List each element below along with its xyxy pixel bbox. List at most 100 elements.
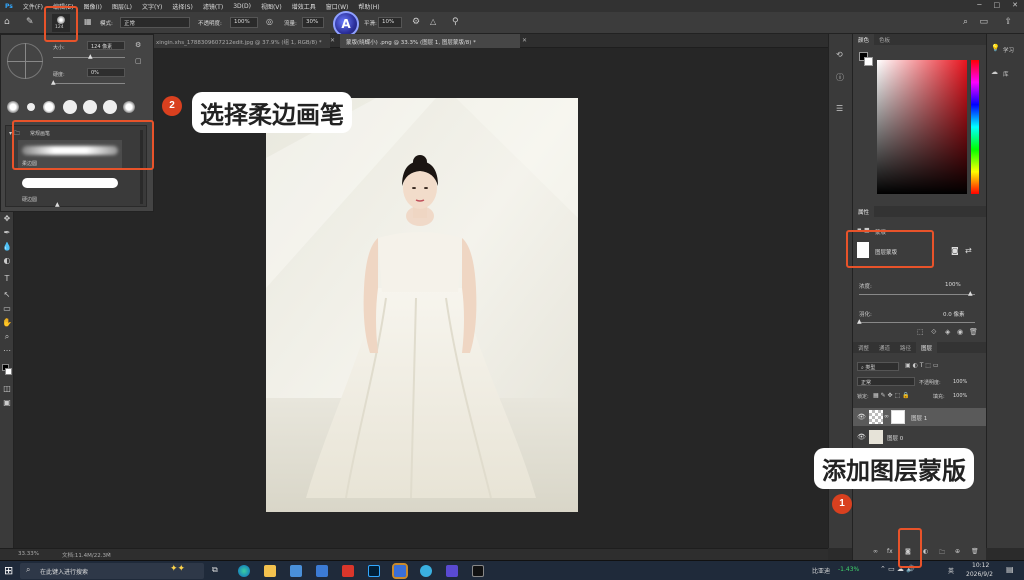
menu-filter[interactable]: 滤镜(T)	[198, 2, 228, 11]
symmetry-icon[interactable]: ⚲	[452, 17, 459, 27]
chain-link-icon[interactable]: ∞	[884, 413, 889, 420]
apply-mask-icon[interactable]: ◈	[945, 328, 950, 336]
move-tool-icon[interactable]: ✥	[2, 214, 12, 224]
gear-icon[interactable]: ⚙	[412, 17, 420, 27]
tab-adjustments[interactable]: 调整	[853, 342, 874, 353]
brush-tip-6[interactable]	[103, 100, 117, 114]
menu-3d[interactable]: 3D(D)	[228, 3, 256, 10]
tab-paths[interactable]: 路径	[895, 342, 916, 353]
hue-slider[interactable]	[971, 60, 979, 194]
tab-channels[interactable]: 通道	[874, 342, 895, 353]
layer-row-2[interactable]: 👁 图层 0	[853, 428, 987, 446]
menu-layer[interactable]: 图层(L)	[107, 2, 137, 11]
menu-type[interactable]: 文字(Y)	[137, 2, 167, 11]
store-icon[interactable]	[290, 565, 302, 577]
layer-row-1[interactable]: 👁 ∞ 图层 1	[853, 408, 987, 426]
dodge-tool-icon[interactable]: ◐	[2, 256, 12, 266]
brush-size-slider-thumb[interactable]: ▲	[88, 53, 93, 60]
learn-label[interactable]: 学习	[1003, 46, 1014, 54]
brush-tip-2[interactable]	[27, 103, 35, 111]
density-value[interactable]: 100%	[945, 282, 961, 288]
shape-tool-icon[interactable]: ▭	[2, 304, 12, 314]
tab-swatches[interactable]: 色板	[874, 34, 895, 45]
density-slider[interactable]	[859, 294, 975, 295]
info-icon[interactable]: ⓘ	[836, 72, 844, 83]
add-pixel-mask-icon[interactable]: ◙	[951, 246, 959, 255]
opacity-field[interactable]: 100%	[230, 17, 258, 28]
stock-name[interactable]: 比亚迪	[812, 566, 830, 575]
brush-settings-icon[interactable]: ▦	[84, 17, 92, 26]
brush-tip-5[interactable]	[83, 100, 97, 114]
status-arrow-icon[interactable]: ›	[108, 551, 110, 557]
panel-resize-handle[interactable]: ▲	[55, 201, 60, 208]
workspace-icon[interactable]: ▭	[979, 17, 988, 27]
history-icon[interactable]: ⟲	[836, 50, 843, 59]
photoshop-taskbar-icon[interactable]	[368, 565, 380, 577]
tab-document-1[interactable]: xingin.xhs_1788309607212edit.jpg @ 37.9%…	[150, 34, 330, 48]
fill-value[interactable]: 100%	[953, 393, 967, 399]
ime-indicator[interactable]: 英	[948, 566, 954, 575]
brush-tip-4[interactable]	[63, 100, 77, 114]
layer-filter-select[interactable]: ⌕ 类型	[857, 362, 899, 371]
tab-close-icon[interactable]: ✕	[330, 37, 335, 44]
new-layer-icon[interactable]: ⊕	[955, 548, 960, 555]
add-vector-mask-icon[interactable]: ⇄	[965, 246, 972, 255]
tab-color[interactable]: 颜色	[853, 34, 875, 45]
hardness-slider[interactable]	[53, 83, 125, 84]
pressure-opacity-icon[interactable]: ◎	[266, 17, 273, 26]
lock-icons[interactable]: ▦ ✎ ✥ ⬚ 🔒	[873, 392, 910, 399]
selection-from-mask-icon[interactable]: ⬚	[917, 328, 924, 336]
invert-mask-icon[interactable]: ⟐	[931, 328, 937, 337]
text-tool-icon[interactable]: T	[2, 274, 12, 284]
hardness-input[interactable]: 0%	[87, 68, 125, 77]
fx-icon[interactable]: fx	[887, 548, 893, 555]
mail-icon[interactable]	[316, 565, 328, 577]
adjustment-layer-icon[interactable]: ◐	[923, 548, 928, 555]
feather-slider[interactable]	[859, 322, 975, 323]
more-tools-icon[interactable]: ⋯	[2, 346, 12, 356]
drop-tool-icon[interactable]: 💧	[2, 242, 12, 252]
pen-tool-icon[interactable]: ✒	[2, 228, 12, 238]
browser-icon[interactable]	[420, 565, 432, 577]
minimize-icon[interactable]: ─	[977, 1, 981, 9]
angle-icon[interactable]: △	[430, 17, 436, 26]
hard-round-brush-item[interactable]: 硬边圆	[18, 174, 122, 204]
visibility-eye-icon[interactable]: 👁	[857, 413, 866, 421]
maximize-icon[interactable]: □	[994, 1, 1001, 9]
brush-tip-3[interactable]	[43, 101, 55, 113]
adjustments-icon[interactable]: ☰	[836, 104, 843, 113]
menu-window[interactable]: 窗口(W)	[321, 2, 354, 11]
ps-logo-icon[interactable]: Ps	[0, 3, 18, 10]
windows-start-icon[interactable]: ⊞	[4, 564, 13, 577]
color-picker-field[interactable]	[877, 60, 967, 194]
zoom-tool-icon[interactable]: ⌕	[2, 332, 12, 342]
hardness-slider-thumb[interactable]: ▲	[51, 79, 56, 86]
app-icon[interactable]	[446, 565, 458, 577]
disable-mask-icon[interactable]: ◉	[957, 328, 963, 336]
menu-select[interactable]: 选择(S)	[167, 2, 198, 11]
wps-icon[interactable]	[342, 565, 354, 577]
search-icon[interactable]: ⌕	[963, 17, 968, 27]
menu-help[interactable]: 帮助(H)	[353, 2, 384, 11]
layer-opacity-value[interactable]: 100%	[953, 379, 967, 385]
flow-field[interactable]: 30%	[302, 17, 324, 28]
tab-document-2[interactable]: 蒙版(晓蝶小) .png @ 33.3% (图层 1, 图层蒙版/8) *	[340, 34, 520, 48]
brush-tip-7[interactable]	[123, 101, 135, 113]
trash-icon[interactable]: 🗑	[971, 548, 979, 555]
panel-gear-icon[interactable]: ⚙	[135, 41, 141, 49]
mode-select[interactable]: 正常	[120, 17, 190, 28]
filter-icons[interactable]: ▣ ◐ T ⬚ ▭	[905, 362, 939, 369]
visibility-eye-icon-2[interactable]: 👁	[857, 433, 866, 441]
brush-tip-1[interactable]	[7, 101, 19, 113]
menu-plugins[interactable]: 增效工具	[287, 2, 321, 11]
library-label[interactable]: 库	[1003, 70, 1009, 78]
close-icon[interactable]: ✕	[1012, 1, 1018, 9]
link-layers-icon[interactable]: ∞	[873, 548, 878, 555]
smooth-field[interactable]: 10%	[378, 17, 402, 28]
file-explorer-icon[interactable]	[264, 565, 276, 577]
blend-mode-select[interactable]: 正常	[857, 377, 915, 386]
layer-mask-thumbnail[interactable]	[891, 410, 905, 424]
bg-swatch[interactable]	[864, 57, 873, 66]
taskbar-search-box[interactable]: ⌕ 在此键入进行搜索 ✦✦	[20, 563, 204, 579]
new-preset-icon[interactable]: ▢	[135, 57, 142, 65]
